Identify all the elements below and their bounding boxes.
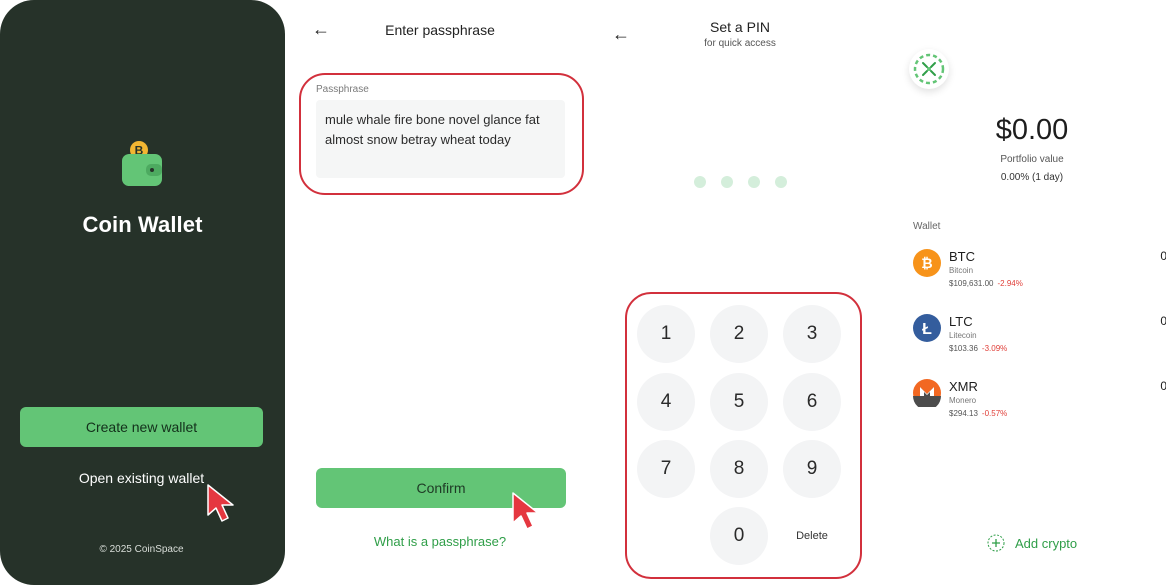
coin-name: Monero xyxy=(949,396,977,405)
coin-price-line: $294.13 -0.57% xyxy=(949,409,1007,418)
copyright-text: © 2025 CoinSpace xyxy=(99,544,184,555)
coin-change: -2.94% xyxy=(997,279,1023,288)
pin-dot xyxy=(775,176,787,188)
passphrase-label: Passphrase xyxy=(316,84,369,95)
coin-row-xmr[interactable]: XMR Monero $294.13 -0.57% 0 xyxy=(913,379,1166,429)
coin-price-line: $103.36 -3.09% xyxy=(949,344,1007,353)
svg-text:Ł: Ł xyxy=(922,321,932,338)
coin-price: $103.36 xyxy=(949,344,978,353)
portfolio-label: Portfolio value xyxy=(1000,154,1064,165)
pin-dot xyxy=(748,176,760,188)
app-title: Coin Wallet xyxy=(82,212,203,237)
coin-balance: 0 xyxy=(1160,379,1166,393)
coin-name: Bitcoin xyxy=(949,266,974,275)
delete-button[interactable]: Delete xyxy=(783,507,841,565)
passphrase-input[interactable]: mule whale fire bone novel glance fat al… xyxy=(316,100,565,178)
key-6[interactable]: 6 xyxy=(783,373,841,431)
coin-change: -0.57% xyxy=(981,409,1008,418)
welcome-screen: B Coin Wallet Create new wallet Open exi… xyxy=(0,0,285,585)
bitcoin-icon: ₿ xyxy=(913,249,941,277)
pin-indicator xyxy=(694,176,787,188)
wallet-section-label: Wallet xyxy=(913,221,941,232)
page-subtitle: for quick access xyxy=(704,38,776,49)
litecoin-icon: Ł xyxy=(913,314,941,342)
coin-price-line: $109,631.00 -2.94% xyxy=(949,279,1023,288)
coin-row-btc[interactable]: ₿ BTC Bitcoin $109,631.00 -2.94% 0 xyxy=(913,249,1166,299)
coin-change: -3.09% xyxy=(981,344,1008,353)
pin-screen: ← Set a PIN for quick access 1 2 3 4 5 6… xyxy=(600,0,885,585)
coin-balance: 0 xyxy=(1160,314,1166,328)
coin-price: $109,631.00 xyxy=(949,279,994,288)
cursor-arrow-icon xyxy=(510,490,546,537)
coin-balance: 0 xyxy=(1160,249,1166,263)
coin-symbol: XMR xyxy=(949,379,978,394)
avatar[interactable] xyxy=(909,49,949,89)
portfolio-change: 0.00% (1 day) xyxy=(1000,172,1064,183)
page-title: Enter passphrase xyxy=(385,22,495,38)
wallet-logo-icon: B xyxy=(120,140,164,188)
wallet-screen: $0.00 Portfolio value 0.00% (1 day) Wall… xyxy=(895,0,1166,585)
pin-dot xyxy=(694,176,706,188)
coin-symbol: BTC xyxy=(949,249,975,264)
key-4[interactable]: 4 xyxy=(637,373,695,431)
pin-dot xyxy=(721,176,733,188)
add-crypto-label: Add crypto xyxy=(1015,535,1078,551)
coin-symbol: LTC xyxy=(949,314,973,329)
key-3[interactable]: 3 xyxy=(783,305,841,363)
monero-icon xyxy=(913,379,941,410)
key-2[interactable]: 2 xyxy=(710,305,768,363)
key-5[interactable]: 5 xyxy=(710,373,768,431)
coin-price: $294.13 xyxy=(949,409,978,418)
plus-circle-icon xyxy=(987,534,1005,552)
what-is-passphrase-link[interactable]: What is a passphrase? xyxy=(290,534,590,549)
svg-text:₿: ₿ xyxy=(921,255,932,271)
key-8[interactable]: 8 xyxy=(710,440,768,498)
passphrase-screen: ← Enter passphrase Passphrase mule whale… xyxy=(290,0,590,585)
portfolio-balance: $0.00 xyxy=(995,114,1069,146)
avatar-pattern-icon xyxy=(913,53,945,85)
cursor-arrow-icon xyxy=(205,482,241,529)
add-crypto-button[interactable]: Add crypto xyxy=(987,534,1077,552)
page-title: Set a PIN xyxy=(710,19,770,35)
create-wallet-button[interactable]: Create new wallet xyxy=(20,407,263,447)
key-0[interactable]: 0 xyxy=(710,507,768,565)
coin-row-ltc[interactable]: Ł LTC Litecoin $103.36 -3.09% 0 xyxy=(913,314,1166,364)
key-1[interactable]: 1 xyxy=(637,305,695,363)
key-7[interactable]: 7 xyxy=(637,440,695,498)
key-9[interactable]: 9 xyxy=(783,440,841,498)
coin-name: Litecoin xyxy=(949,331,977,340)
